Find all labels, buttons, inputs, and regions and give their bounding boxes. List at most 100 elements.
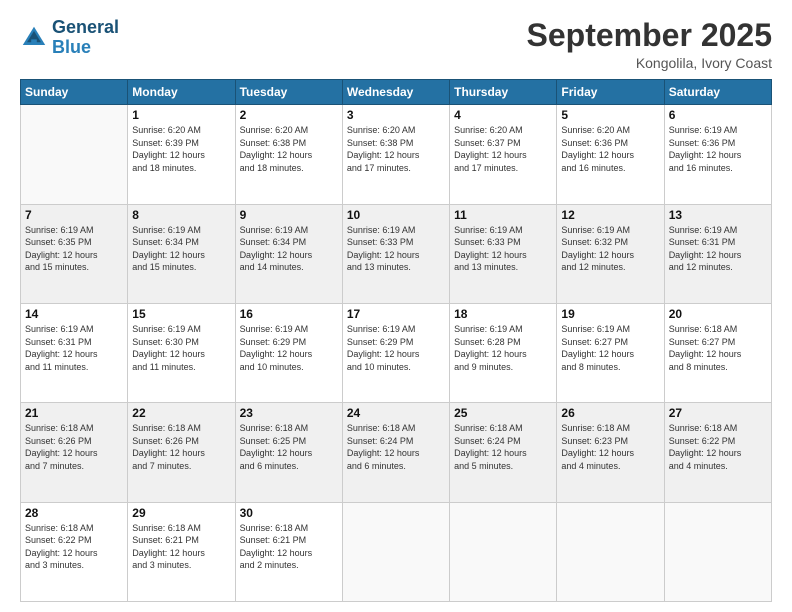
month-title: September 2025: [527, 18, 772, 53]
day-info: Sunrise: 6:19 AM Sunset: 6:31 PM Dayligh…: [669, 224, 767, 274]
logo-text: General Blue: [52, 18, 119, 58]
day-info: Sunrise: 6:19 AM Sunset: 6:28 PM Dayligh…: [454, 323, 552, 373]
calendar-cell: 7 Sunrise: 6:19 AM Sunset: 6:35 PM Daylig…: [21, 204, 128, 303]
day-info: Sunrise: 6:19 AM Sunset: 6:36 PM Dayligh…: [669, 124, 767, 174]
calendar-header-row: SundayMondayTuesdayWednesdayThursdayFrid…: [21, 80, 772, 105]
day-info: Sunrise: 6:20 AM Sunset: 6:37 PM Dayligh…: [454, 124, 552, 174]
day-header-monday: Monday: [128, 80, 235, 105]
day-number: 27: [669, 406, 767, 420]
calendar-cell: 11Sunrise: 6:19 AM Sunset: 6:33 PM Dayli…: [450, 204, 557, 303]
day-number: 10: [347, 208, 445, 222]
day-number: 7: [25, 208, 123, 222]
day-number: 5: [561, 108, 659, 122]
calendar-week-row: 21 Sunrise: 6:18 AM Sunset: 6:26 PM Dayli…: [21, 403, 772, 502]
day-number: 19: [561, 307, 659, 321]
calendar-cell: 6 Sunrise: 6:19 AM Sunset: 6:36 PM Daylig…: [664, 105, 771, 204]
calendar-cell: 14 Sunrise: 6:19 AM Sunset: 6:31 PM Dayli…: [21, 303, 128, 402]
header: General Blue September 2025 Kongolila, I…: [20, 18, 772, 71]
day-info: Sunrise: 6:18 AM Sunset: 6:24 PM Dayligh…: [454, 422, 552, 472]
day-info: Sunrise: 6:19 AM Sunset: 6:29 PM Dayligh…: [240, 323, 338, 373]
day-info: Sunrise: 6:20 AM Sunset: 6:36 PM Dayligh…: [561, 124, 659, 174]
calendar-cell: 24 Sunrise: 6:18 AM Sunset: 6:24 PM Dayli…: [342, 403, 449, 502]
calendar-week-row: 14 Sunrise: 6:19 AM Sunset: 6:31 PM Dayli…: [21, 303, 772, 402]
calendar-cell: 26Sunrise: 6:18 AM Sunset: 6:23 PM Dayli…: [557, 403, 664, 502]
day-info: Sunrise: 6:19 AM Sunset: 6:33 PM Dayligh…: [347, 224, 445, 274]
day-header-tuesday: Tuesday: [235, 80, 342, 105]
day-number: 23: [240, 406, 338, 420]
calendar-cell: 20Sunrise: 6:18 AM Sunset: 6:27 PM Dayli…: [664, 303, 771, 402]
day-number: 21: [25, 406, 123, 420]
logo-line2: Blue: [52, 38, 119, 58]
day-info: Sunrise: 6:18 AM Sunset: 6:24 PM Dayligh…: [347, 422, 445, 472]
day-number: 1: [132, 108, 230, 122]
calendar-week-row: 28Sunrise: 6:18 AM Sunset: 6:22 PM Dayli…: [21, 502, 772, 601]
day-info: Sunrise: 6:19 AM Sunset: 6:32 PM Dayligh…: [561, 224, 659, 274]
day-info: Sunrise: 6:18 AM Sunset: 6:25 PM Dayligh…: [240, 422, 338, 472]
day-number: 11: [454, 208, 552, 222]
day-info: Sunrise: 6:19 AM Sunset: 6:34 PM Dayligh…: [240, 224, 338, 274]
day-number: 4: [454, 108, 552, 122]
calendar-cell: [342, 502, 449, 601]
day-number: 24: [347, 406, 445, 420]
day-number: 6: [669, 108, 767, 122]
day-number: 17: [347, 307, 445, 321]
calendar-cell: 27 Sunrise: 6:18 AM Sunset: 6:22 PM Dayli…: [664, 403, 771, 502]
day-number: 8: [132, 208, 230, 222]
day-info: Sunrise: 6:18 AM Sunset: 6:23 PM Dayligh…: [561, 422, 659, 472]
calendar-cell: 3Sunrise: 6:20 AM Sunset: 6:38 PM Daylig…: [342, 105, 449, 204]
calendar-cell: 4 Sunrise: 6:20 AM Sunset: 6:37 PM Daylig…: [450, 105, 557, 204]
calendar-cell: 25 Sunrise: 6:18 AM Sunset: 6:24 PM Dayli…: [450, 403, 557, 502]
day-info: Sunrise: 6:20 AM Sunset: 6:39 PM Dayligh…: [132, 124, 230, 174]
day-number: 3: [347, 108, 445, 122]
calendar-cell: 29Sunrise: 6:18 AM Sunset: 6:21 PM Dayli…: [128, 502, 235, 601]
day-info: Sunrise: 6:19 AM Sunset: 6:34 PM Dayligh…: [132, 224, 230, 274]
title-block: September 2025 Kongolila, Ivory Coast: [527, 18, 772, 71]
calendar: SundayMondayTuesdayWednesdayThursdayFrid…: [20, 79, 772, 602]
calendar-week-row: 1 Sunrise: 6:20 AM Sunset: 6:39 PM Daylig…: [21, 105, 772, 204]
day-info: Sunrise: 6:19 AM Sunset: 6:27 PM Dayligh…: [561, 323, 659, 373]
logo-icon: [20, 24, 48, 52]
day-number: 14: [25, 307, 123, 321]
calendar-cell: 28Sunrise: 6:18 AM Sunset: 6:22 PM Dayli…: [21, 502, 128, 601]
day-header-friday: Friday: [557, 80, 664, 105]
day-number: 29: [132, 506, 230, 520]
day-number: 15: [132, 307, 230, 321]
day-info: Sunrise: 6:18 AM Sunset: 6:22 PM Dayligh…: [669, 422, 767, 472]
day-info: Sunrise: 6:20 AM Sunset: 6:38 PM Dayligh…: [240, 124, 338, 174]
day-number: 30: [240, 506, 338, 520]
day-info: Sunrise: 6:19 AM Sunset: 6:31 PM Dayligh…: [25, 323, 123, 373]
calendar-cell: 15 Sunrise: 6:19 AM Sunset: 6:30 PM Dayli…: [128, 303, 235, 402]
logo-line1: General: [52, 18, 119, 38]
calendar-cell: 10 Sunrise: 6:19 AM Sunset: 6:33 PM Dayli…: [342, 204, 449, 303]
calendar-cell: 30 Sunrise: 6:18 AM Sunset: 6:21 PM Dayli…: [235, 502, 342, 601]
calendar-cell: 2Sunrise: 6:20 AM Sunset: 6:38 PM Daylig…: [235, 105, 342, 204]
day-info: Sunrise: 6:18 AM Sunset: 6:21 PM Dayligh…: [240, 522, 338, 572]
day-number: 25: [454, 406, 552, 420]
calendar-cell: [557, 502, 664, 601]
calendar-cell: 13Sunrise: 6:19 AM Sunset: 6:31 PM Dayli…: [664, 204, 771, 303]
day-number: 20: [669, 307, 767, 321]
day-number: 16: [240, 307, 338, 321]
logo: General Blue: [20, 18, 119, 58]
calendar-cell: [21, 105, 128, 204]
calendar-cell: 22Sunrise: 6:18 AM Sunset: 6:26 PM Dayli…: [128, 403, 235, 502]
calendar-cell: 23 Sunrise: 6:18 AM Sunset: 6:25 PM Dayli…: [235, 403, 342, 502]
day-info: Sunrise: 6:19 AM Sunset: 6:30 PM Dayligh…: [132, 323, 230, 373]
calendar-cell: [664, 502, 771, 601]
day-header-sunday: Sunday: [21, 80, 128, 105]
day-number: 12: [561, 208, 659, 222]
day-info: Sunrise: 6:18 AM Sunset: 6:22 PM Dayligh…: [25, 522, 123, 572]
calendar-cell: 12 Sunrise: 6:19 AM Sunset: 6:32 PM Dayli…: [557, 204, 664, 303]
calendar-cell: 21 Sunrise: 6:18 AM Sunset: 6:26 PM Dayli…: [21, 403, 128, 502]
calendar-cell: 5 Sunrise: 6:20 AM Sunset: 6:36 PM Daylig…: [557, 105, 664, 204]
day-info: Sunrise: 6:19 AM Sunset: 6:35 PM Dayligh…: [25, 224, 123, 274]
calendar-cell: 9Sunrise: 6:19 AM Sunset: 6:34 PM Daylig…: [235, 204, 342, 303]
calendar-week-row: 7 Sunrise: 6:19 AM Sunset: 6:35 PM Daylig…: [21, 204, 772, 303]
calendar-cell: [450, 502, 557, 601]
day-info: Sunrise: 6:19 AM Sunset: 6:29 PM Dayligh…: [347, 323, 445, 373]
calendar-cell: 16 Sunrise: 6:19 AM Sunset: 6:29 PM Dayli…: [235, 303, 342, 402]
day-number: 18: [454, 307, 552, 321]
day-info: Sunrise: 6:18 AM Sunset: 6:26 PM Dayligh…: [25, 422, 123, 472]
location-subtitle: Kongolila, Ivory Coast: [527, 55, 772, 71]
page: General Blue September 2025 Kongolila, I…: [0, 0, 792, 612]
